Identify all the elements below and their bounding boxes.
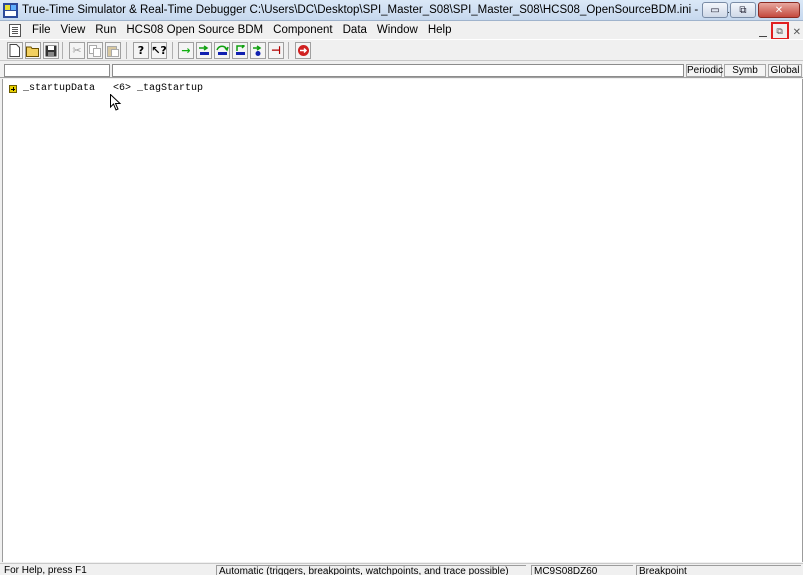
menu-view[interactable]: View [56,24,91,36]
data-row[interactable]: _startupData <6> _tagStartup [9,83,203,94]
status-mode: Automatic (triggers, breakpoints, watchp… [216,565,526,575]
context-help-icon[interactable]: ↖? [151,42,167,59]
child-close-button[interactable]: ✕ [793,27,801,38]
new-file-icon[interactable] [7,42,23,59]
toolbar-separator [126,42,127,59]
menu-hcs08-open-source-bdm[interactable]: HCS08 Open Source BDM [121,24,268,36]
status-target: MC9S08DZ60 [531,565,633,575]
halt-icon[interactable]: ⊣ [268,42,284,59]
window-title: True-Time Simulator & Real-Time Debugger… [22,4,742,16]
close-button[interactable]: ✕ [758,2,800,18]
data-view[interactable]: _startupData <6> _tagStartup [2,79,803,562]
menu-data[interactable]: Data [338,24,372,36]
data-header-row: Periodic Symb Global [0,63,803,78]
menu-component[interactable]: Component [268,24,337,36]
reset-icon[interactable] [295,42,311,59]
tab-global[interactable]: Global [768,64,802,77]
restore-icon: ⧉ [776,25,783,36]
assembly-step-icon[interactable] [250,42,266,59]
menu-file[interactable]: File [27,24,56,36]
menu-bar: File View Run HCS08 Open Source BDM Comp… [0,21,803,40]
mouse-pointer-icon [110,93,122,116]
document-icon[interactable] [9,23,21,37]
child-minimize-button[interactable] [758,27,767,37]
copy-icon[interactable] [87,42,103,59]
start-continue-icon[interactable]: → [178,42,194,59]
restore-icon: ⧉ [739,4,747,16]
expand-icon[interactable] [9,84,17,93]
debugger-window: True-Time Simulator & Real-Time Debugger… [0,0,803,575]
step-out-icon[interactable] [232,42,248,59]
status-help-text: For Help, press F1 [4,565,87,575]
scope-field[interactable] [4,64,110,77]
tab-symb[interactable]: Symb [724,64,766,77]
toolbar-separator [288,42,289,59]
menu-window[interactable]: Window [372,24,423,36]
tab-periodic[interactable]: Periodic [686,64,723,77]
toolbar: ✂ ? ↖? → ⊣ [0,39,803,61]
toolbar-separator [62,42,63,59]
close-icon: ✕ [774,4,784,16]
variable-name: _startupData [23,83,96,94]
help-icon[interactable]: ? [133,42,149,59]
cut-icon[interactable]: ✂ [69,42,85,59]
minimize-icon: ▭ [710,4,720,16]
paste-icon[interactable] [105,42,121,59]
minimize-button[interactable]: ▭ [702,2,728,18]
status-state: Breakpoint [636,565,801,575]
open-folder-icon[interactable] [25,42,41,59]
status-bar: For Help, press F1 Automatic (triggers, … [0,563,803,575]
child-restore-button[interactable]: ⧉ [770,22,789,40]
title-bar[interactable]: True-Time Simulator & Real-Time Debugger… [0,0,803,21]
menu-help[interactable]: Help [423,24,457,36]
restore-button[interactable]: ⧉ [730,2,756,18]
menu-run[interactable]: Run [90,24,121,36]
save-icon[interactable] [43,42,59,59]
variable-value: <6> _tagStartup [113,83,204,94]
app-icon [3,2,18,18]
toolbar-separator [172,42,173,59]
single-step-icon[interactable] [196,42,212,59]
step-over-icon[interactable] [214,42,230,59]
expression-field[interactable] [112,64,684,77]
